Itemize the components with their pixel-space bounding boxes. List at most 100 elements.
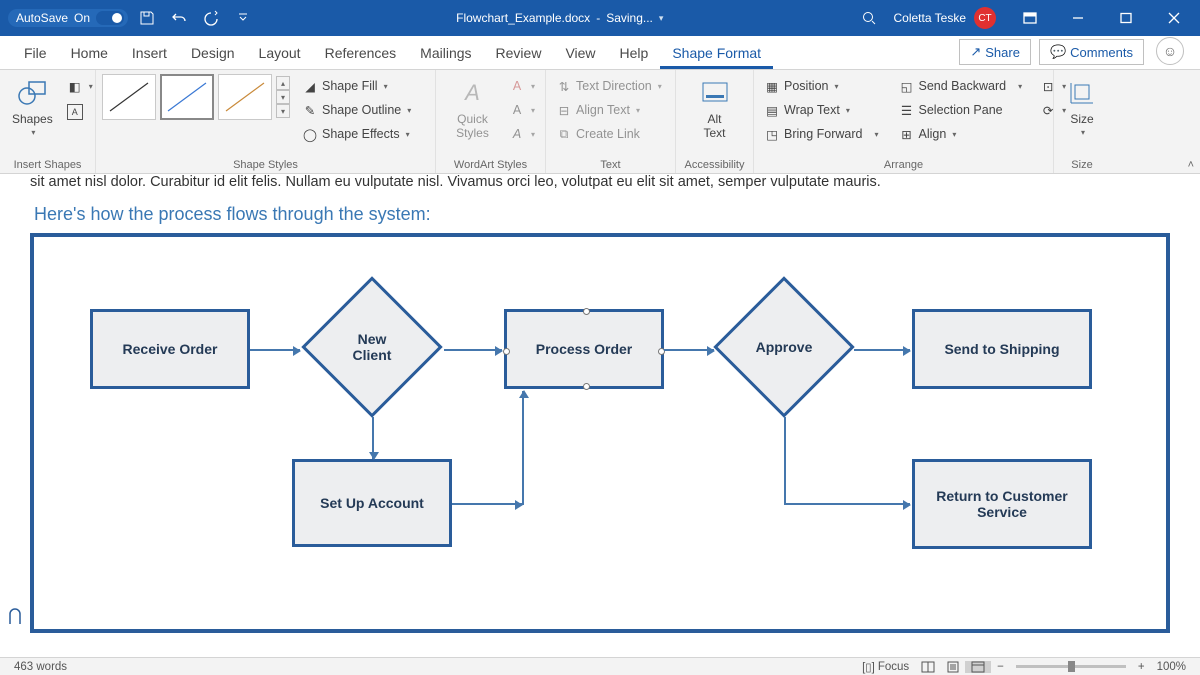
position-button[interactable]: ▦Position▾: [760, 74, 883, 98]
tab-help[interactable]: Help: [608, 39, 661, 69]
flow-approve[interactable]: Approve: [734, 297, 834, 397]
focus-mode-button[interactable]: [▯]Focus: [856, 660, 915, 674]
shape-fill-button[interactable]: ◢Shape Fill▾: [298, 74, 415, 98]
bring-forward-icon: ◳: [764, 126, 780, 142]
text-direction-icon: ⇅: [556, 78, 572, 94]
tab-references[interactable]: References: [313, 39, 409, 69]
zoom-slider[interactable]: [1016, 665, 1126, 668]
send-backward-button[interactable]: ◱Send Backward▾: [895, 74, 1027, 98]
document-area[interactable]: sit amet nisl dolor. Curabitur id elit f…: [0, 174, 1200, 657]
group-label: WordArt Styles: [442, 157, 539, 171]
tab-mailings[interactable]: Mailings: [408, 39, 483, 69]
share-button[interactable]: ↗ Share: [959, 39, 1031, 65]
save-status: Saving...: [606, 11, 653, 25]
arrow[interactable]: [854, 349, 910, 351]
undo-icon[interactable]: [166, 5, 192, 31]
feedback-icon[interactable]: ☺: [1156, 37, 1184, 65]
save-icon[interactable]: [134, 5, 160, 31]
edit-shape-button[interactable]: ◧▾: [63, 74, 97, 98]
tab-layout[interactable]: Layout: [247, 39, 313, 69]
collapse-ribbon-icon[interactable]: ˄: [1188, 159, 1194, 171]
title-dropdown-icon[interactable]: ▾: [659, 13, 664, 24]
gallery-up-icon[interactable]: ▴: [276, 76, 290, 90]
arrow[interactable]: [444, 349, 502, 351]
tab-insert[interactable]: Insert: [120, 39, 179, 69]
shape-outline-icon: ✎: [302, 102, 318, 118]
text-direction-button: ⇅Text Direction▾: [552, 74, 666, 98]
text-effects-button: A▾: [505, 122, 539, 146]
user-name: Coletta Teske: [894, 11, 967, 25]
tab-review[interactable]: Review: [484, 39, 554, 69]
arrow[interactable]: [250, 349, 300, 351]
flow-process-order[interactable]: Process Order: [504, 309, 664, 389]
selection-pane-button[interactable]: ☰Selection Pane: [895, 98, 1027, 122]
align-button[interactable]: ⊞Align▾: [895, 122, 1027, 146]
gallery-more-icon[interactable]: ▾: [276, 104, 290, 118]
shape-effects-button[interactable]: ◯Shape Effects▾: [298, 122, 415, 146]
quick-styles-button: A Quick Styles: [442, 74, 503, 142]
flow-return-cs[interactable]: Return to Customer Service: [912, 459, 1092, 549]
user-account[interactable]: Coletta Teske CT: [886, 7, 1005, 29]
avatar: CT: [974, 7, 996, 29]
send-backward-icon: ◱: [899, 78, 915, 94]
read-mode-icon[interactable]: [915, 661, 941, 673]
flow-new-client[interactable]: New Client: [322, 297, 422, 397]
tab-view[interactable]: View: [553, 39, 607, 69]
search-icon[interactable]: [856, 5, 882, 31]
comments-button[interactable]: 💬 Comments: [1039, 39, 1144, 65]
style-swatch[interactable]: [102, 74, 156, 120]
position-icon: ▦: [764, 78, 780, 94]
status-bar: 463 words [▯]Focus − + 100%: [0, 657, 1200, 675]
web-layout-icon[interactable]: [965, 661, 991, 673]
ribbon: Shapes ▾ ◧▾ A Insert Shapes ▴ ▾ ▾: [0, 70, 1200, 174]
tab-home[interactable]: Home: [59, 39, 120, 69]
flow-set-up-account[interactable]: Set Up Account: [292, 459, 452, 547]
zoom-level[interactable]: 100%: [1151, 661, 1192, 673]
arrow-elbow[interactable]: [784, 503, 910, 505]
group-label: Text: [552, 157, 669, 171]
shapes-gallery-button[interactable]: Shapes ▾: [6, 74, 59, 139]
autosave-toggle[interactable]: AutoSave On: [8, 9, 128, 27]
redo-icon[interactable]: [198, 5, 224, 31]
zoom-in-button[interactable]: +: [1132, 661, 1151, 673]
arrow[interactable]: [664, 349, 714, 351]
wordart-icon: A: [465, 76, 480, 110]
layout-options-icon[interactable]: [8, 608, 24, 631]
text-box-button[interactable]: A: [63, 100, 97, 124]
ribbon-display-icon[interactable]: [1008, 0, 1052, 36]
zoom-out-button[interactable]: −: [991, 661, 1010, 673]
flow-send-shipping[interactable]: Send to Shipping: [912, 309, 1092, 389]
selection-pane-icon: ☰: [899, 102, 915, 118]
style-swatch-selected[interactable]: [160, 74, 214, 120]
shape-style-gallery[interactable]: ▴ ▾ ▾: [102, 74, 290, 120]
drawing-canvas[interactable]: Receive Order New Client Process Order A…: [30, 233, 1170, 633]
style-swatch[interactable]: [218, 74, 272, 120]
group-shape-styles: ▴ ▾ ▾ ◢Shape Fill▾ ✎Shape Outline▾ ◯Shap…: [96, 70, 436, 173]
wrap-text-button[interactable]: ▤Wrap Text▾: [760, 98, 883, 122]
size-button[interactable]: Size▾: [1063, 74, 1101, 139]
tab-design[interactable]: Design: [179, 39, 247, 69]
arrow-elbow[interactable]: [784, 417, 786, 503]
qat-customize-icon[interactable]: [230, 5, 256, 31]
title-bar: AutoSave On Flowchart_Example.docx - Sav…: [0, 0, 1200, 36]
flow-receive-order[interactable]: Receive Order: [90, 309, 250, 389]
shape-outline-button[interactable]: ✎Shape Outline▾: [298, 98, 415, 122]
gallery-down-icon[interactable]: ▾: [276, 90, 290, 104]
close-icon[interactable]: [1152, 0, 1196, 36]
arrow-elbow[interactable]: [522, 391, 524, 505]
arrow[interactable]: [372, 417, 374, 459]
maximize-icon[interactable]: [1104, 0, 1148, 36]
print-layout-icon[interactable]: [941, 661, 965, 673]
link-icon: ⧉: [556, 126, 572, 142]
tab-file[interactable]: File: [12, 39, 59, 69]
document-title: Flowchart_Example.docx: [456, 11, 590, 25]
minimize-icon[interactable]: [1056, 0, 1100, 36]
word-count[interactable]: 463 words: [8, 661, 73, 673]
alt-text-button[interactable]: Alt Text: [695, 74, 735, 142]
flowchart-caption: Here's how the process flows through the…: [34, 204, 1170, 225]
tab-shape-format[interactable]: Shape Format: [660, 39, 773, 69]
body-text: sit amet nisl dolor. Curabitur id elit f…: [30, 174, 1170, 190]
bring-forward-button[interactable]: ◳Bring Forward▾: [760, 122, 883, 146]
autosave-switch[interactable]: [96, 11, 124, 25]
edit-shape-icon: ◧: [67, 78, 83, 94]
